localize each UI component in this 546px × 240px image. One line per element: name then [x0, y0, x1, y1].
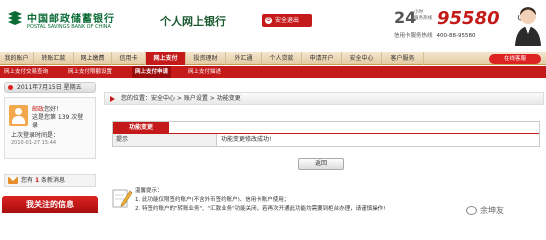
- main-nav: 我的账户 转账汇款 网上缴费 信用卡 网上支付 投资理财 外汇通 个人贷款 申请…: [0, 52, 546, 65]
- power-icon: ⏻: [265, 17, 272, 24]
- nav-item-my-account[interactable]: 我的账户: [0, 52, 34, 65]
- result-title: 功能变更: [113, 122, 169, 133]
- hotline-sub: 小时 服务热线: [414, 10, 432, 22]
- tips: 温馨提示： 1. 此功能仅限签约账户(不含外币签约账户)、信用卡账户使用； 2.…: [135, 187, 385, 214]
- hotline-label: 服务热线: [414, 16, 432, 21]
- result-message: 功能变更修改成功!: [221, 136, 272, 143]
- message-suffix: 条新消息: [41, 177, 66, 184]
- service-agent-icon: [515, 7, 541, 46]
- tips-title: 温馨提示：: [135, 188, 163, 194]
- logout-button[interactable]: ⏻ 安全退出: [262, 14, 312, 27]
- wechat-icon: [466, 206, 477, 215]
- nav-item-customer-service[interactable]: 客户服务: [382, 52, 424, 65]
- my-focus-tab[interactable]: 我关注的信息: [2, 196, 98, 213]
- back-button[interactable]: 返回: [298, 158, 344, 170]
- watermark-text: 余坤友: [480, 206, 504, 215]
- subnav-description[interactable]: 网上支付描述: [188, 66, 221, 78]
- visit-count: 这是您第 139 次登: [32, 114, 84, 121]
- credit-card-hotline: 信用卡服务热线 400-88-95580: [394, 31, 475, 39]
- last-login-time: 2010-01-27 15:44: [11, 140, 57, 146]
- nav-item-credit-card[interactable]: 信用卡: [112, 52, 146, 65]
- logout-label: 安全退出: [275, 17, 300, 24]
- bank-name-cn: 中国邮政储蓄银行: [27, 14, 115, 25]
- welcome-panel: 邮政您好！ 这是您第 139 次登 录 上次登录时间是： 2010-01-27 …: [4, 97, 96, 159]
- visit-count-tail: 录: [32, 122, 39, 129]
- credit-card-hotline-number: 400-88-95580: [436, 33, 476, 39]
- nav-item-transfer[interactable]: 转账汇款: [34, 52, 74, 65]
- watermark: 余坤友: [466, 205, 504, 216]
- online-service-button[interactable]: 在线客服: [489, 54, 541, 64]
- last-login-label: 上次登录时间是：: [11, 132, 60, 139]
- subnav-limit-setting[interactable]: 网上支付限额设置: [68, 66, 112, 78]
- hotline-number: 95580: [437, 8, 500, 29]
- tips-line-1: 1. 此功能仅限签约账户(不含外币签约账户)、信用卡账户使用；: [135, 197, 290, 203]
- nav-item-open-account[interactable]: 申请开户: [302, 52, 342, 65]
- nav-item-investment[interactable]: 投资理财: [186, 52, 226, 65]
- nav-item-payment[interactable]: 网上缴费: [74, 52, 112, 65]
- new-message-link[interactable]: 您有 1 条新消息: [4, 174, 96, 187]
- message-prefix: 您有: [21, 177, 34, 184]
- sidebar: 2011年7月15日 星期五 邮政您好！ 这是您第 139 次登 录 上次登录时…: [0, 82, 100, 222]
- header: 中国邮政储蓄银行 POSTAL SAVINGS BANK OF CHINA 个人…: [0, 0, 546, 48]
- bank-logo-icon: [8, 11, 22, 25]
- avatar: [9, 105, 28, 126]
- arrow-icon: [110, 96, 115, 102]
- hotline-24: 24: [394, 8, 417, 27]
- nav-item-online-payment[interactable]: 网上支付: [146, 52, 186, 65]
- subnav-apply[interactable]: 网上支付申请: [132, 66, 172, 78]
- credit-card-hotline-label: 信用卡服务热线: [394, 33, 433, 39]
- bank-name-en: POSTAL SAVINGS BANK OF CHINA: [27, 24, 111, 30]
- site-title: 个人网上银行: [160, 15, 226, 28]
- result-label: 提示: [113, 134, 217, 146]
- page-root: 中国邮政储蓄银行 POSTAL SAVINGS BANK OF CHINA 个人…: [0, 0, 546, 222]
- breadcrumb: 您的位置：安全中心 > 账户设置 > 功能变更: [104, 92, 544, 105]
- nav-item-loan[interactable]: 个人贷款: [262, 52, 302, 65]
- pencil-icon: [112, 189, 132, 208]
- breadcrumb-prefix: 您的位置：: [121, 95, 152, 102]
- subnav-transaction-query[interactable]: 网上支付交易查询: [4, 66, 48, 78]
- clock-icon: [8, 85, 13, 90]
- sub-nav: 网上支付交易查询 网上支付限额设置 网上支付申请 网上支付描述: [0, 66, 546, 78]
- message-count: 1: [34, 177, 40, 184]
- nav-item-security[interactable]: 安全中心: [342, 52, 382, 65]
- nav-item-forex[interactable]: 外汇通: [226, 52, 262, 65]
- date-bar: 2011年7月15日 星期五: [4, 82, 96, 93]
- breadcrumb-path: 安全中心 > 账户设置 > 功能变更: [151, 95, 241, 102]
- tips-line-2: 2. 特签约账户的"转账业务"、"汇款业务"功能关闭，若再次开通此功能均需要到柜…: [135, 206, 386, 212]
- mail-icon: [8, 177, 18, 184]
- result-panel: 功能变更 提示 功能变更修改成功!: [112, 121, 540, 147]
- current-date: 2011年7月15日 星期五: [17, 84, 82, 91]
